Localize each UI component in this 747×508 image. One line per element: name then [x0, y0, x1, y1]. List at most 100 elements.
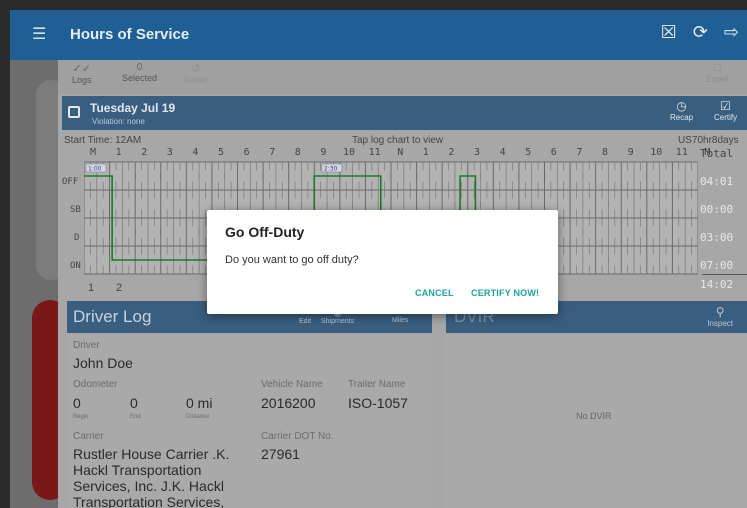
- hour-label: 3: [474, 147, 481, 158]
- logout-icon[interactable]: ⇨: [724, 22, 739, 43]
- app-bar-actions: ☒ ⟳ ⇨: [661, 22, 739, 43]
- email-button[interactable]: □ Email: [706, 62, 729, 84]
- logs-button[interactable]: ✓✓ Logs: [72, 62, 92, 85]
- reset-label: Reset: [184, 75, 208, 85]
- selected-count: 0: [136, 62, 143, 73]
- hour-labels: M 1 2 3 4 5 6 7 8 9 10 11 N 1 2 3 4 5 6 7 8 9 10 11 M: [62, 147, 747, 159]
- bottom-label-2: 2: [116, 282, 123, 294]
- app-title: Hours of Service: [70, 26, 190, 43]
- row-label-on: ON: [70, 261, 81, 271]
- hour-label: N: [397, 147, 404, 158]
- total-on: 07:00: [700, 259, 734, 272]
- dot-number: 27961: [261, 446, 300, 462]
- hour-label: 2: [141, 147, 148, 158]
- close-box-icon[interactable]: ☒: [661, 22, 677, 43]
- recap-button[interactable]: ◷ Recap: [670, 99, 693, 122]
- double-check-icon: ✓✓: [72, 63, 91, 75]
- start-time: Start Time: 12AM: [64, 135, 142, 146]
- hour-label: 9: [320, 147, 327, 158]
- total-sb: 00:00: [700, 203, 734, 216]
- reset-icon: ↺: [191, 63, 201, 75]
- inspect-button[interactable]: ⚲ Inspect: [707, 305, 733, 328]
- selected-label: Selected: [122, 73, 158, 83]
- hour-label: 9: [627, 147, 634, 158]
- carrier-line-3: Services, Inc. J.K. Hackl: [73, 478, 224, 494]
- hour-label: M: [90, 147, 97, 158]
- duration-badge: 2:30: [324, 166, 338, 173]
- vehicle-name: 2016200: [261, 395, 316, 411]
- email-icon: □: [713, 62, 721, 74]
- hour-label: 4: [499, 147, 506, 158]
- edit-label: Edit: [299, 318, 312, 325]
- driver-log-panel: Driver Log ✎ Edit ◉ Shipments ▬ Miles Dr…: [67, 301, 432, 508]
- driver-log-title: Driver Log: [73, 307, 152, 326]
- hour-label: 11: [675, 147, 688, 158]
- vehicle-label: Vehicle Name: [261, 379, 323, 390]
- recap-label: Recap: [670, 113, 694, 122]
- grand-total: 14:02: [700, 278, 734, 291]
- odometer-distance: 0 mi: [186, 395, 213, 411]
- hamburger-icon[interactable]: ☰: [32, 24, 46, 44]
- row-label-d: D: [74, 233, 80, 243]
- hour-label: 6: [550, 147, 557, 158]
- total-divider: [702, 274, 747, 275]
- row-label-sb: SB: [70, 205, 81, 215]
- odometer-begin: 0: [73, 395, 81, 411]
- hour-label: 1: [115, 147, 122, 158]
- carrier-line-4: Transportation Services,: [73, 494, 225, 508]
- cancel-button[interactable]: CANCEL: [415, 288, 454, 298]
- hour-label: 4: [192, 147, 199, 158]
- certify-now-button[interactable]: CERTIFY NOW!: [471, 288, 539, 298]
- toolbar: ✓✓ Logs 0 Selected ↺ Reset □ Email: [58, 60, 747, 94]
- hour-label: 5: [525, 147, 532, 158]
- trailer-name: ISO-1057: [348, 395, 408, 411]
- bottom-label-1: 1: [88, 282, 95, 294]
- dialog-title: Go Off-Duty: [225, 224, 305, 240]
- dot-label: Carrier DOT No.: [261, 431, 334, 442]
- reset-button[interactable]: ↺ Reset: [184, 62, 208, 85]
- hour-label: 10: [650, 147, 663, 158]
- search-icon: ⚲: [715, 305, 725, 319]
- day-date: Tuesday Jul 19: [90, 101, 176, 115]
- left-panel: [10, 60, 68, 508]
- hour-label: 8: [602, 147, 609, 158]
- go-off-duty-dialog: Go Off-Duty Do you want to go off duty? …: [207, 210, 558, 314]
- hour-label: 7: [576, 147, 583, 158]
- day-header: Tuesday Jul 19 Violation: none ◷ Recap ☑…: [62, 96, 747, 130]
- total-header: Total: [700, 147, 734, 160]
- row-label-off: OFF: [62, 177, 79, 187]
- hour-label: 2: [448, 147, 455, 158]
- violation-status: Violation: none: [92, 117, 145, 126]
- hour-label: 6: [243, 147, 250, 158]
- trailer-label: Trailer Name: [348, 379, 406, 390]
- email-label: Email: [706, 74, 729, 84]
- certify-check-icon: ☑: [720, 99, 731, 113]
- selected-counter: 0 Selected: [122, 62, 157, 83]
- screen: ☰ Hours of Service ☒ ⟳ ⇨ ✓✓ Logs 0 Selec…: [0, 0, 747, 508]
- day-checkbox[interactable]: [68, 106, 80, 118]
- begin-label: Begin: [73, 414, 89, 420]
- hour-label: 11: [368, 147, 381, 158]
- hour-label: 7: [269, 147, 276, 158]
- refresh-icon[interactable]: ⟳: [693, 22, 708, 43]
- hour-label: 3: [166, 147, 173, 158]
- no-dvir-text: No DVIR: [576, 411, 612, 421]
- carrier-line-2: Hackl Transportation: [73, 462, 202, 478]
- certify-label: Certify: [714, 113, 738, 122]
- driver-name: John Doe: [73, 355, 133, 371]
- duration-badge: 1:00: [88, 166, 102, 173]
- shipments-label: Shipments: [321, 318, 355, 325]
- history-icon: ◷: [676, 99, 687, 113]
- total-d: 03:00: [700, 231, 734, 244]
- driver-label: Driver: [73, 340, 100, 351]
- app-bar: ☰ Hours of Service ☒ ⟳ ⇨: [10, 10, 747, 60]
- total-off: 04:01: [700, 175, 734, 188]
- carrier-line-1: Rustler House Carrier .K.: [73, 446, 230, 462]
- dvir-panel: DVIR ⚲ Inspect No DVIR: [446, 301, 747, 508]
- inspect-label: Inspect: [707, 319, 733, 328]
- logs-label: Logs: [72, 75, 92, 85]
- odometer-end: 0: [130, 395, 138, 411]
- odometer-label: Odometer: [73, 379, 118, 390]
- end-label: End: [130, 414, 141, 420]
- certify-button[interactable]: ☑ Certify: [714, 99, 737, 122]
